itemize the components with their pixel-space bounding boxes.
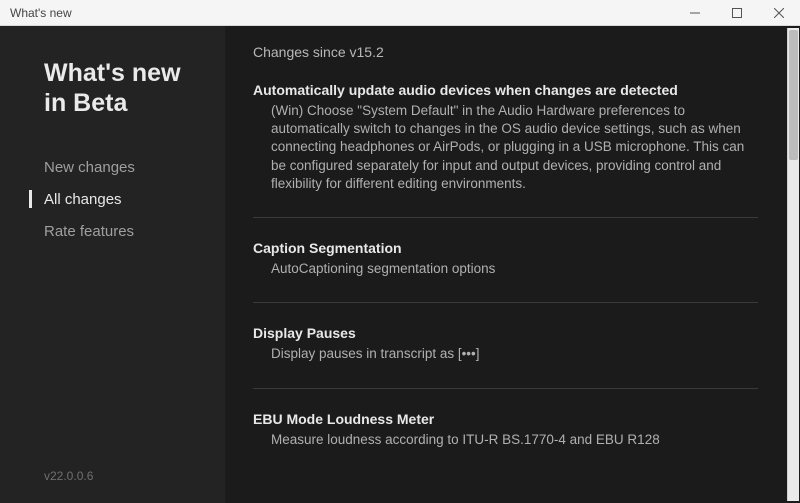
change-body: Measure loudness according to ITU-R BS.1… (253, 431, 758, 449)
heading-line1: What's new (44, 58, 201, 88)
change-title: Automatically update audio devices when … (253, 82, 758, 98)
scrollbar-track[interactable] (787, 28, 799, 501)
window-root: What's new What's new in Beta New change… (0, 0, 800, 503)
sidebar-spacer (0, 246, 225, 469)
change-body: (Win) Choose "System Default" in the Aud… (253, 102, 758, 193)
change-item: Display Pauses Display pauses in transcr… (253, 325, 758, 388)
nav-label: New changes (44, 159, 135, 176)
content-scroll[interactable]: Changes since v15.2 Automatically update… (225, 26, 786, 503)
sidebar-nav: New changes All changes Rate features (0, 152, 225, 246)
change-item: EBU Mode Loudness Meter Measure loudness… (253, 411, 758, 473)
close-icon (774, 8, 784, 18)
change-title: Display Pauses (253, 325, 758, 341)
change-body: AutoCaptioning segmentation options (253, 260, 758, 278)
minimize-button[interactable] (674, 0, 716, 25)
heading-line2: in Beta (44, 88, 201, 118)
sidebar: What's new in Beta New changes All chang… (0, 26, 225, 503)
window-title: What's new (10, 6, 674, 20)
change-body: Display pauses in transcript as [•••] (253, 345, 758, 363)
nav-all-changes[interactable]: All changes (0, 184, 225, 214)
nav-label: All changes (44, 191, 122, 208)
nav-rate-features[interactable]: Rate features (0, 216, 225, 246)
change-title: Caption Segmentation (253, 240, 758, 256)
main-panel: Changes since v15.2 Automatically update… (225, 26, 800, 503)
change-item: Caption Segmentation AutoCaptioning segm… (253, 240, 758, 303)
change-title: EBU Mode Loudness Meter (253, 411, 758, 427)
close-button[interactable] (758, 0, 800, 25)
change-item: Automatically update audio devices when … (253, 82, 758, 218)
maximize-button[interactable] (716, 0, 758, 25)
window-controls (674, 0, 800, 25)
scrollbar-thumb[interactable] (789, 30, 798, 160)
nav-new-changes[interactable]: New changes (0, 152, 225, 182)
nav-label: Rate features (44, 223, 134, 240)
titlebar: What's new (0, 0, 800, 26)
minimize-icon (690, 8, 700, 18)
changes-since-label: Changes since v15.2 (253, 44, 758, 60)
maximize-icon (732, 8, 742, 18)
version-label: v22.0.0.6 (0, 469, 225, 483)
sidebar-heading: What's new in Beta (0, 52, 225, 152)
window-body: What's new in Beta New changes All chang… (0, 26, 800, 503)
